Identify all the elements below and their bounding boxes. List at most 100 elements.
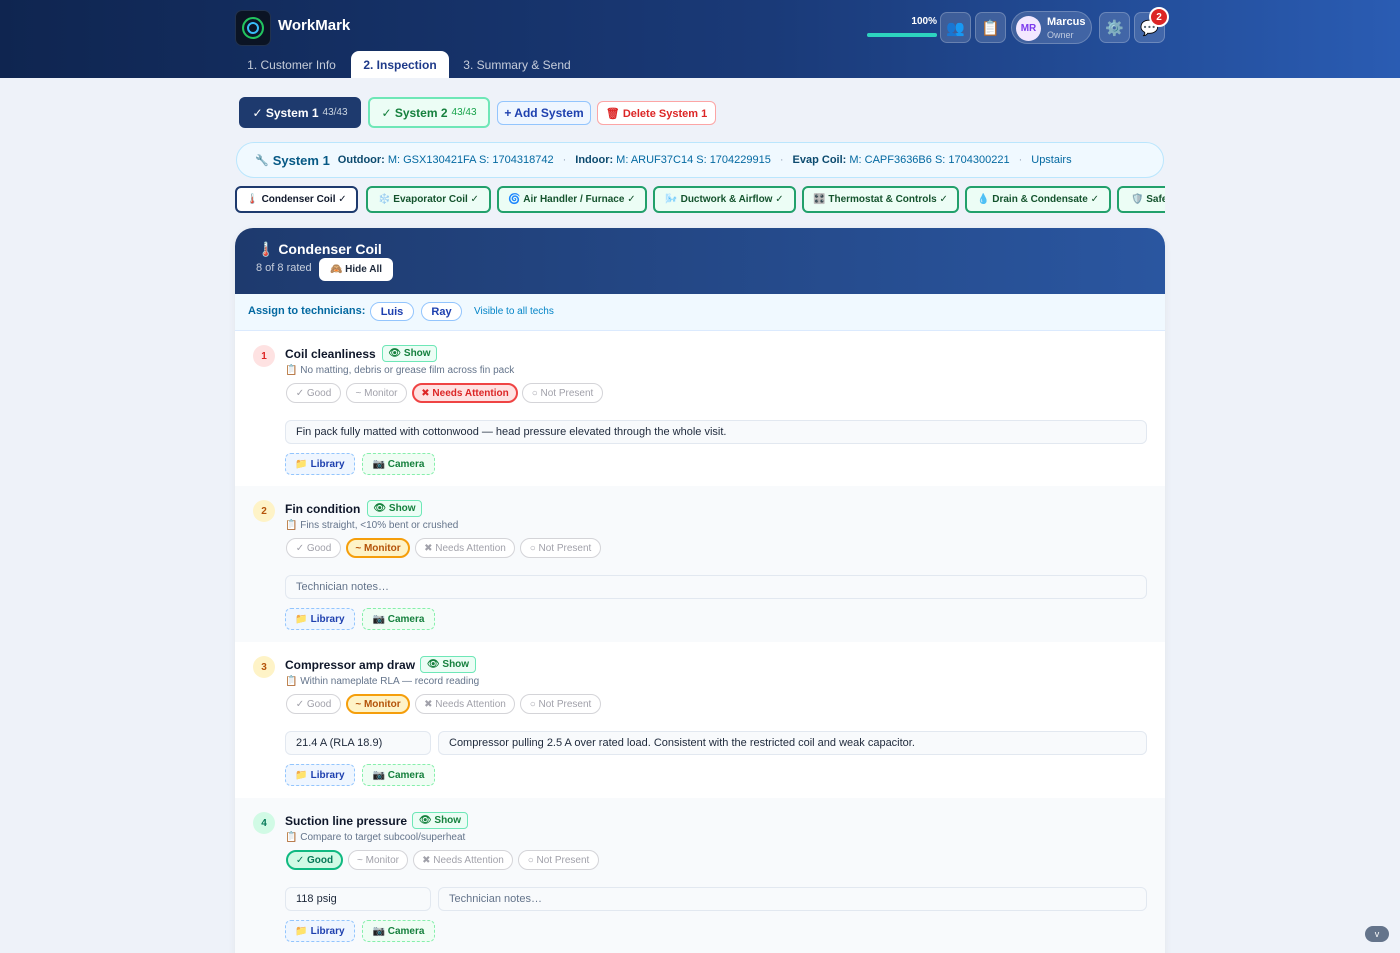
user-menu[interactable]: MR Marcus Owner <box>1011 11 1092 44</box>
rating-good[interactable]: ✓ Good <box>286 694 341 714</box>
category-condenser-coil[interactable]: 🌡️ Condenser Coil ✓ <box>235 186 358 213</box>
team-icon: 👥 <box>946 19 965 37</box>
system-1-button[interactable]: ✓ System 1 43/43 <box>239 97 361 128</box>
inspection-item: 1 Coil cleanliness 👁 Show 📋 No matting, … <box>235 331 1165 487</box>
system-2-label: ✓ System 2 <box>381 105 448 120</box>
camera-button[interactable]: 📷 Camera <box>362 608 435 630</box>
notes-field[interactable]: Technician notes… <box>285 575 1147 599</box>
scroll-down-button[interactable]: v <box>1365 926 1389 942</box>
camera-button[interactable]: 📷 Camera <box>362 764 435 786</box>
system-location: Upstairs <box>1031 154 1072 166</box>
item-name: Coil cleanliness <box>285 347 376 361</box>
category-air-handler[interactable]: 🌀 Air Handler / Furnace ✓ <box>497 186 647 213</box>
library-button[interactable]: 📁 Library <box>285 608 355 630</box>
rated-count: 8 of 8 rated <box>256 262 312 274</box>
rating-not-present[interactable]: ○ Not Present <box>520 694 601 714</box>
user-role: Owner <box>1047 30 1074 40</box>
item-hint: 📋 Within nameplate RLA — record reading <box>285 676 480 687</box>
rating-needs-attention[interactable]: ✖ Needs Attention <box>415 538 515 558</box>
item-hint: 📋 Fins straight, <10% bent or crushed <box>285 520 459 531</box>
rating-needs-attention[interactable]: ✖ Needs Attention <box>415 694 515 714</box>
item-number: 1 <box>253 345 275 367</box>
section-header: 🌡️ Condenser Coil 8 of 8 rated 🙈 Hide Al… <box>235 228 1165 294</box>
item-name: Compressor amp draw <box>285 658 416 672</box>
item-name: Fin condition <box>285 502 361 516</box>
team-button[interactable]: 👥 <box>940 12 971 43</box>
rating-monitor[interactable]: ~ Monitor <box>346 538 410 558</box>
reading-field[interactable]: 118 psig <box>285 887 431 911</box>
progress-percent: 100% <box>911 16 937 27</box>
separator: · <box>1018 154 1023 166</box>
assign-label: Assign to technicians: <box>248 305 366 317</box>
item-hint: 📋 No matting, debris or grease film acro… <box>285 365 515 376</box>
system-2-count: 43/43 <box>451 107 477 118</box>
delete-system-button[interactable]: 🗑 Delete System 1 <box>597 101 716 125</box>
assign-bar: Assign to technicians: Luis Ray Visible … <box>235 294 1165 331</box>
rating-not-present[interactable]: ○ Not Present <box>518 850 599 870</box>
tab-inspection[interactable]: 2. Inspection <box>351 51 449 78</box>
rating-good[interactable]: ✓ Good <box>286 850 343 870</box>
item-name: Suction line pressure <box>285 814 408 828</box>
camera-button[interactable]: 📷 Camera <box>362 453 435 475</box>
rating-not-present[interactable]: ○ Not Present <box>522 383 603 403</box>
wrench-icon: 🔧 <box>255 154 269 167</box>
hide-all-button[interactable]: 🙈 Hide All <box>319 258 393 281</box>
app-logo <box>235 10 271 46</box>
show-toggle[interactable]: 👁 Show <box>412 812 468 829</box>
camera-button[interactable]: 📷 Camera <box>362 920 435 942</box>
rating-needs-attention[interactable]: ✖ Needs Attention <box>412 383 518 403</box>
category-drain[interactable]: 💧 Drain & Condensate ✓ <box>965 186 1111 213</box>
clipboard-button[interactable]: 📋 <box>975 12 1006 43</box>
overall-progress: 100% <box>867 16 937 37</box>
notes-field[interactable]: Compressor pulling 2.5 A over rated load… <box>438 731 1147 755</box>
evap-value: M: CAPF3636B6 S: 1704300221 <box>849 154 1010 166</box>
reading-field[interactable]: 21.4 A (RLA 18.9) <box>285 731 431 755</box>
tech-chip-luis[interactable]: Luis <box>370 302 414 321</box>
rating-needs-attention[interactable]: ✖ Needs Attention <box>413 850 513 870</box>
system-1-label: ✓ System 1 <box>252 105 319 120</box>
outdoor-value: M: GSX130421FA S: 1704318742 <box>387 154 554 166</box>
rating-good[interactable]: ✓ Good <box>286 538 341 558</box>
show-toggle[interactable]: 👁 Show <box>420 656 476 673</box>
library-button[interactable]: 📁 Library <box>285 920 355 942</box>
category-thermostat[interactable]: 🎛️ Thermostat & Controls ✓ <box>802 186 959 213</box>
rating-good[interactable]: ✓ Good <box>286 383 341 403</box>
separator: · <box>562 154 567 166</box>
rating-monitor[interactable]: ~ Monitor <box>346 694 410 714</box>
rating-monitor[interactable]: ~ Monitor <box>348 850 408 870</box>
tab-customer-info[interactable]: 1. Customer Info <box>235 51 348 78</box>
tech-chip-ray[interactable]: Ray <box>421 302 462 321</box>
category-safety[interactable]: 🛡️ Safe <box>1117 186 1165 213</box>
settings-button[interactable]: ⚙️ <box>1099 12 1130 43</box>
tab-summary-send[interactable]: 3. Summary & Send <box>453 51 581 78</box>
clipboard-icon: 📋 <box>981 19 1000 37</box>
section-title: 🌡️ Condenser Coil <box>257 241 382 257</box>
system-name: System 1 <box>272 152 330 168</box>
progress-track <box>867 33 937 37</box>
inspection-card: 🌡️ Condenser Coil 8 of 8 rated 🙈 Hide Al… <box>235 228 1165 953</box>
app-title: WorkMark <box>278 17 351 34</box>
category-ductwork[interactable]: 🌬️ Ductwork & Airflow ✓ <box>653 186 796 213</box>
rating-monitor[interactable]: ~ Monitor <box>346 383 407 403</box>
library-button[interactable]: 📁 Library <box>285 453 355 475</box>
rating-not-present[interactable]: ○ Not Present <box>520 538 601 558</box>
library-button[interactable]: 📁 Library <box>285 764 355 786</box>
outdoor-label: Outdoor: <box>337 154 385 166</box>
gear-icon: ⚙️ <box>1105 19 1124 37</box>
system-info-bar: 🔧 System 1 Outdoor: M: GSX130421FA S: 170… <box>236 142 1164 178</box>
add-system-button[interactable]: + Add System <box>497 101 591 125</box>
show-toggle[interactable]: 👁 Show <box>382 345 437 362</box>
indoor-value: M: ARUF37C14 S: 1704229915 <box>616 154 771 166</box>
item-number: 3 <box>253 656 275 678</box>
avatar: MR <box>1016 16 1041 41</box>
notes-field[interactable]: Fin pack fully matted with cottonwood — … <box>285 420 1147 444</box>
system-2-button[interactable]: ✓ System 2 43/43 <box>368 97 490 128</box>
category-evaporator-coil[interactable]: ❄️ Evaporator Coil ✓ <box>366 186 491 213</box>
show-toggle[interactable]: 👁 Show <box>367 500 422 517</box>
app-header: WorkMark 100% 👥 📋 MR Marcus Owner ⚙️ 💬 2… <box>0 0 1400 78</box>
notes-field[interactable]: Technician notes… <box>438 887 1147 911</box>
system-1-count: 43/43 <box>322 107 348 118</box>
progress-fill <box>867 33 937 37</box>
user-name: Marcus <box>1047 16 1086 28</box>
inspection-item: 3 Compressor amp draw 👁 Show 📋 Within na… <box>235 642 1165 798</box>
